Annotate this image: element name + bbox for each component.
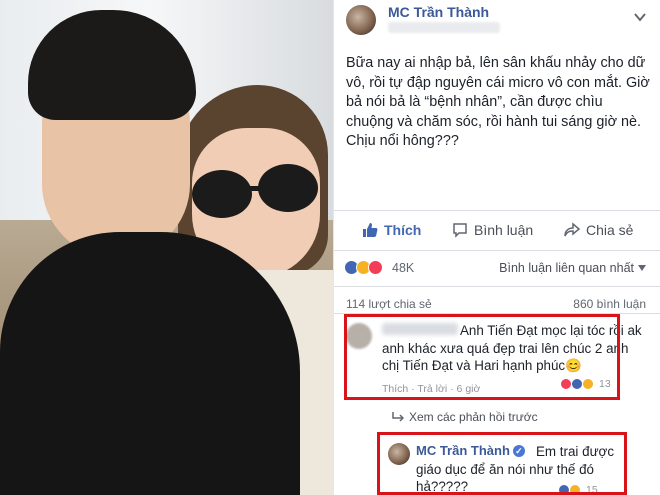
- like-label: Thích: [384, 222, 422, 238]
- share-button[interactable]: Chia sẻ: [564, 222, 633, 238]
- reaction-icons[interactable]: [344, 260, 383, 275]
- thumbs-up-icon: [363, 223, 378, 237]
- post-panel: MC Trần Thành Bữa nay ai nhập bả, lên sâ…: [333, 0, 660, 495]
- post-text: Bữa nay ai nhập bả, lên sân khấu nhảy ch…: [346, 55, 650, 149]
- divider: [334, 250, 660, 251]
- screenshot-root: MC Trần Thành Bữa nay ai nhập bả, lên sâ…: [0, 0, 660, 495]
- sunglasses-graphic: [192, 164, 318, 218]
- comment-button[interactable]: Bình luận: [452, 222, 533, 238]
- caret-down-icon: [638, 265, 646, 271]
- man-shirt: [0, 232, 300, 495]
- like-button[interactable]: Thích: [362, 222, 421, 238]
- comment-icon: [453, 223, 467, 238]
- comment-sort-label: Bình luận liên quan nhất: [499, 261, 634, 275]
- highlight-box-reply: [377, 432, 627, 495]
- share-arrow-icon: [564, 222, 580, 237]
- comment-label: Bình luận: [474, 222, 534, 238]
- chevron-down-icon[interactable]: [633, 10, 647, 24]
- reaction-count[interactable]: 48K: [392, 261, 414, 275]
- view-previous-replies[interactable]: Xem các phản hồi trước: [392, 410, 538, 424]
- divider: [334, 210, 660, 211]
- author-avatar[interactable]: [346, 5, 376, 35]
- reply-arrow-icon: [392, 412, 404, 422]
- highlight-box-comment: [344, 314, 620, 400]
- post-actions-bar: Thích Bình luận Chia sẻ: [334, 218, 660, 246]
- comment-count[interactable]: 860 bình luận: [573, 297, 646, 311]
- blurred-post-meta: [388, 22, 500, 33]
- post-header: MC Trần Thành: [334, 0, 660, 40]
- view-previous-label: Xem các phản hồi trước: [409, 410, 538, 424]
- divider: [334, 286, 660, 287]
- post-author-name[interactable]: MC Trần Thành: [388, 4, 489, 20]
- share-count[interactable]: 114 lượt chia sẻ: [346, 297, 432, 311]
- post-photo[interactable]: [0, 0, 333, 495]
- share-label: Chia sẻ: [586, 222, 634, 238]
- love-reaction-icon: [368, 260, 383, 275]
- comment-sort-dropdown[interactable]: Bình luận liên quan nhất: [499, 261, 646, 275]
